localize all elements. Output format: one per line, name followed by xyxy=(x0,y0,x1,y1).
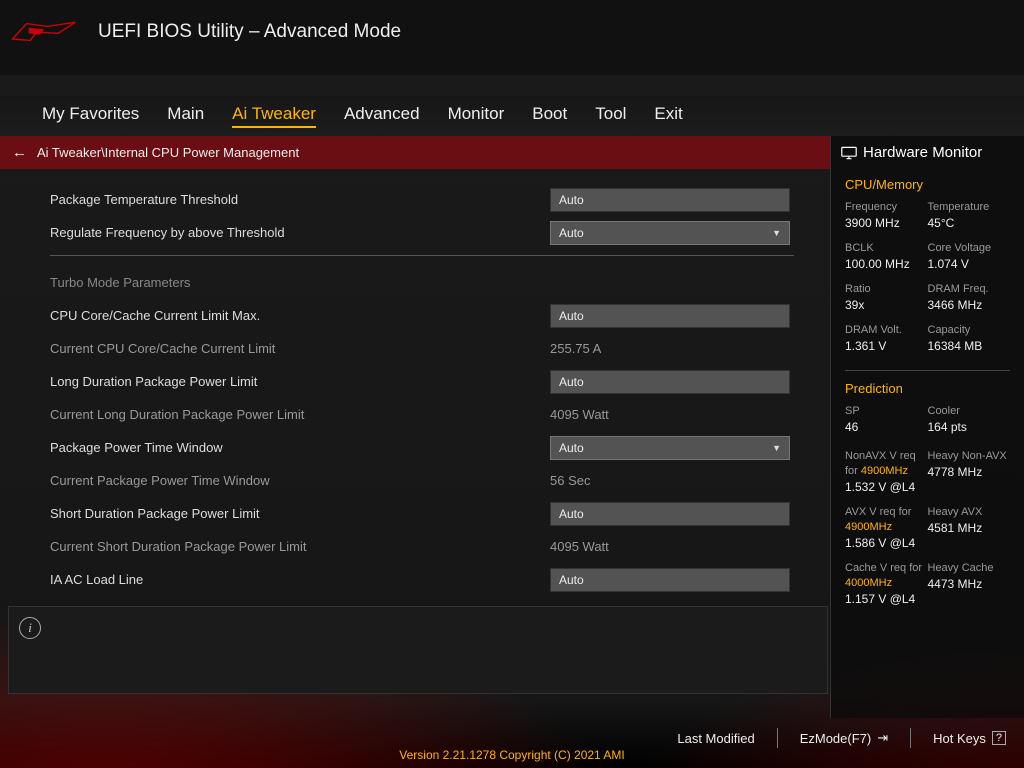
setting-label: IA AC Load Line xyxy=(50,572,550,587)
hardware-monitor-panel: Hardware Monitor CPU/Memory Frequency390… xyxy=(830,136,1024,718)
setting-input[interactable] xyxy=(550,188,790,212)
setting-select[interactable]: Auto▼ xyxy=(550,436,790,460)
hwmon-section-prediction: Prediction xyxy=(831,373,1024,400)
hwmon-value: 39x xyxy=(845,298,864,312)
setting-label: Short Duration Package Power Limit xyxy=(50,506,550,521)
hwmon-value: 1.074 V xyxy=(928,257,969,271)
setting-label: Current Long Duration Package Power Limi… xyxy=(50,407,550,422)
tab-ai-tweaker[interactable]: Ai Tweaker xyxy=(232,104,316,128)
question-icon: ? xyxy=(992,731,1006,745)
hwmon-value: 16384 MB xyxy=(928,339,983,353)
setting-label: CPU Core/Cache Current Limit Max. xyxy=(50,308,550,323)
setting-label: Current Package Power Time Window xyxy=(50,473,550,488)
hwmon-key: Heavy Non-AVX xyxy=(928,449,1011,464)
hwmon-key: Heavy AVX xyxy=(928,505,1011,520)
hwmon-key: Core Voltage xyxy=(928,241,1011,256)
hwmon-key: Temperature xyxy=(928,200,1011,215)
info-bar: i xyxy=(8,606,828,694)
setting-input[interactable] xyxy=(550,502,790,526)
hwmon-key: NonAVX V req for 4900MHz xyxy=(845,449,928,479)
tab-advanced[interactable]: Advanced xyxy=(344,104,420,128)
settings-form: Package Temperature Threshold Regulate Fr… xyxy=(0,169,830,606)
setting-label: Regulate Frequency by above Threshold xyxy=(50,225,550,240)
tab-my-favorites[interactable]: My Favorites xyxy=(42,104,139,128)
hwmon-value: 164 pts xyxy=(928,420,967,434)
exit-icon: ⇥ xyxy=(877,730,888,746)
hwmon-key: Cache V req for 4000MHz xyxy=(845,561,928,591)
setting-select[interactable]: Auto▼ xyxy=(550,221,790,245)
copyright: Version 2.21.1278 Copyright (C) 2021 AMI xyxy=(399,748,624,762)
hwmon-key: Ratio xyxy=(845,282,928,297)
tab-main[interactable]: Main xyxy=(167,104,204,128)
tab-exit[interactable]: Exit xyxy=(654,104,682,128)
breadcrumb-text: Ai Tweaker\Internal CPU Power Management xyxy=(37,145,299,160)
hwmon-value: 100.00 MHz xyxy=(845,257,910,271)
rog-logo xyxy=(4,10,84,54)
hwmon-key: Heavy Cache xyxy=(928,561,1011,576)
hwmon-value: 4473 MHz xyxy=(928,577,983,591)
hwmon-value: 4581 MHz xyxy=(928,521,983,535)
app-title: UEFI BIOS Utility – Advanced Mode xyxy=(98,21,401,43)
hwmon-key: AVX V req for 4900MHz xyxy=(845,505,928,535)
footer: Last Modified EzMode(F7)⇥ Hot Keys? Vers… xyxy=(0,708,1024,768)
setting-label: Package Power Time Window xyxy=(50,440,550,455)
last-modified-button[interactable]: Last Modified xyxy=(677,731,754,746)
info-icon: i xyxy=(19,617,41,639)
hwmon-value: 4778 MHz xyxy=(928,465,983,479)
setting-readonly: 255.75 A xyxy=(550,341,794,356)
setting-label: Current CPU Core/Cache Current Limit xyxy=(50,341,550,356)
hwmon-section-cpu: CPU/Memory xyxy=(831,169,1024,196)
main-tabs: My Favorites Main Ai Tweaker Advanced Monito… xyxy=(0,96,1024,136)
hwmon-value: 45°C xyxy=(928,216,955,230)
hwmon-value: 1.157 V @L4 xyxy=(845,591,928,607)
hwmon-key: SP xyxy=(845,404,928,419)
hwmon-value: 3466 MHz xyxy=(928,298,983,312)
hwmon-title: Hardware Monitor xyxy=(831,136,1024,169)
hwmon-value: 1.361 V xyxy=(845,339,886,353)
hotkeys-button[interactable]: Hot Keys? xyxy=(933,731,1006,746)
setting-readonly: 4095 Watt xyxy=(550,539,794,554)
hwmon-key: DRAM Volt. xyxy=(845,323,928,338)
setting-label: Package Temperature Threshold xyxy=(50,192,550,207)
hwmon-key: BCLK xyxy=(845,241,928,256)
hwmon-value: 1.532 V @L4 xyxy=(845,479,928,495)
hwmon-key: Cooler xyxy=(928,404,1011,419)
chevron-down-icon: ▼ xyxy=(772,228,781,238)
setting-input[interactable] xyxy=(550,370,790,394)
tab-tool[interactable]: Tool xyxy=(595,104,626,128)
tab-boot[interactable]: Boot xyxy=(532,104,567,128)
hwmon-value: 1.586 V @L4 xyxy=(845,535,928,551)
section-header: Turbo Mode Parameters xyxy=(50,275,550,290)
setting-readonly: 4095 Watt xyxy=(550,407,794,422)
hwmon-value: 46 xyxy=(845,420,858,434)
ezmode-button[interactable]: EzMode(F7)⇥ xyxy=(800,730,888,746)
hwmon-value: 3900 MHz xyxy=(845,216,900,230)
hwmon-key: Capacity xyxy=(928,323,1011,338)
hwmon-key: DRAM Freq. xyxy=(928,282,1011,297)
setting-readonly: 56 Sec xyxy=(550,473,794,488)
setting-input[interactable] xyxy=(550,304,790,328)
setting-label: Long Duration Package Power Limit xyxy=(50,374,550,389)
breadcrumb: ← Ai Tweaker\Internal CPU Power Manageme… xyxy=(0,136,830,169)
back-arrow-icon[interactable]: ← xyxy=(12,144,27,161)
hwmon-key: Frequency xyxy=(845,200,928,215)
chevron-down-icon: ▼ xyxy=(772,443,781,453)
setting-input[interactable] xyxy=(550,568,790,592)
tab-monitor[interactable]: Monitor xyxy=(448,104,505,128)
setting-label: Current Short Duration Package Power Lim… xyxy=(50,539,550,554)
